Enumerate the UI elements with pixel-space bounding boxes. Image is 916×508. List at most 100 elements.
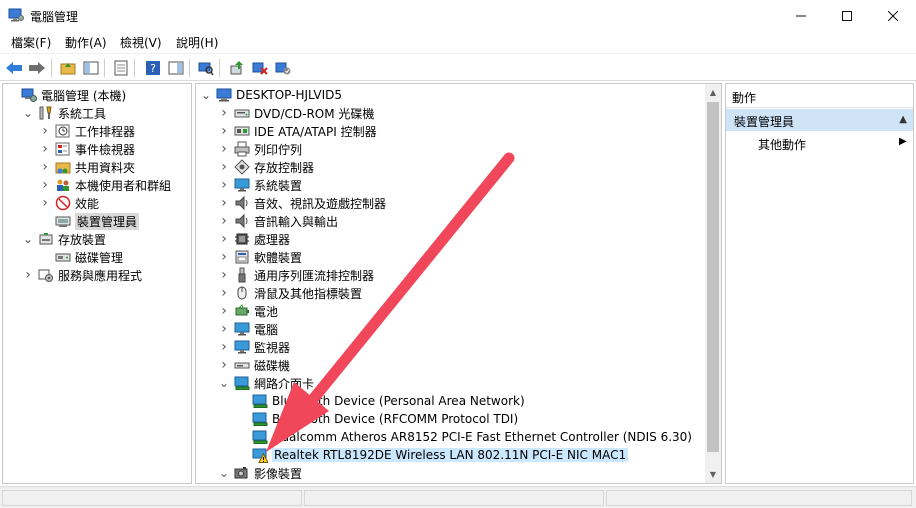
- collapsed-chevron-icon[interactable]: ›: [218, 105, 230, 121]
- cpu-icon: [234, 231, 250, 247]
- device-tree-row[interactable]: › 處理器: [218, 230, 290, 248]
- device-tree-row[interactable]: ⌄ 影像裝置: [218, 464, 302, 482]
- scroll-thumb[interactable]: [707, 102, 719, 452]
- menu-view[interactable]: 檢視(V): [120, 34, 162, 51]
- menu-file[interactable]: 檔案(F): [11, 34, 51, 51]
- console-tree-label: 磁碟管理: [75, 250, 124, 265]
- minimize-button[interactable]: [778, 0, 824, 31]
- console-tree-row[interactable]: › 事件檢視器: [39, 140, 135, 158]
- console-tree-row[interactable]: › 效能: [39, 194, 99, 212]
- console-tree-row[interactable]: › 共用資料夾: [39, 158, 135, 176]
- collapsed-chevron-icon[interactable]: ›: [39, 195, 51, 211]
- monitor-icon: [234, 177, 250, 193]
- collapsed-chevron-icon[interactable]: ›: [39, 141, 51, 157]
- collapsed-chevron-icon[interactable]: ›: [218, 177, 230, 193]
- console-tree-row[interactable]: › 服務與應用程式: [22, 266, 142, 284]
- collapse-up-icon[interactable]: ▲: [899, 114, 907, 125]
- uninstall-device-icon[interactable]: [250, 58, 270, 78]
- status-bar: [0, 486, 916, 508]
- collapsed-chevron-icon[interactable]: ›: [218, 357, 230, 373]
- expanded-chevron-icon[interactable]: ⌄: [22, 107, 34, 119]
- console-tree-row[interactable]: › 工作排程器: [39, 122, 135, 140]
- device-tree-row[interactable]: Bluetooth Device (RFCOMM Protocol TDI): [236, 410, 518, 428]
- properties-icon[interactable]: [111, 58, 131, 78]
- device-tree-row[interactable]: › 系統裝置: [218, 176, 302, 194]
- device-tree-row[interactable]: › 存放控制器: [218, 158, 314, 176]
- monitor-icon: [234, 321, 250, 337]
- collapsed-chevron-icon[interactable]: ›: [218, 249, 230, 265]
- device-tree-row[interactable]: › 磁碟機: [218, 356, 290, 374]
- forward-icon[interactable]: [27, 58, 47, 78]
- status-segment: [2, 490, 302, 506]
- collapsed-chevron-icon[interactable]: ›: [39, 177, 51, 193]
- device-tree-row[interactable]: › 列印佇列: [218, 140, 302, 158]
- expanded-chevron-icon[interactable]: ⌄: [200, 89, 212, 101]
- back-icon[interactable]: [4, 58, 24, 78]
- more-actions-item[interactable]: 其他動作: [758, 136, 806, 153]
- collapsed-chevron-icon[interactable]: ›: [218, 213, 230, 229]
- collapsed-chevron-icon[interactable]: ›: [218, 321, 230, 337]
- collapsed-chevron-icon[interactable]: ›: [39, 159, 51, 175]
- show-action-pane-icon[interactable]: [166, 58, 186, 78]
- device-tree-row[interactable]: ⌄ DESKTOP-HJLVID5: [200, 86, 342, 104]
- scroll-up-icon[interactable]: ▲: [705, 84, 721, 101]
- performance-icon: [55, 195, 71, 211]
- maximize-button[interactable]: [824, 0, 870, 31]
- collapsed-chevron-icon[interactable]: ›: [218, 339, 230, 355]
- expanded-chevron-icon[interactable]: ⌄: [218, 377, 230, 389]
- device-tree-row[interactable]: › 音效、視訊及遊戲控制器: [218, 194, 386, 212]
- console-tree-row[interactable]: › 本機使用者和群組: [39, 176, 171, 194]
- device-tree-row[interactable]: Qualcomm Atheros AR8152 PCI-E Fast Ether…: [236, 428, 692, 446]
- device-tree-row[interactable]: Bluetooth Device (Personal Area Network): [236, 392, 525, 410]
- computer-management-icon: [8, 8, 24, 22]
- collapsed-chevron-icon[interactable]: ›: [218, 285, 230, 301]
- device-tree-row[interactable]: Realtek RTL8192DE Wireless LAN 802.11N P…: [236, 446, 629, 464]
- update-driver-icon[interactable]: [227, 58, 247, 78]
- close-button[interactable]: [870, 0, 916, 31]
- scroll-down-icon[interactable]: ▼: [705, 466, 721, 483]
- collapsed-chevron-icon[interactable]: ›: [218, 267, 230, 283]
- console-tree-row[interactable]: ⌄ 系統工具: [22, 104, 106, 122]
- usb-icon: [234, 267, 250, 283]
- device-tree-row[interactable]: › 音訊輸入與輸出: [218, 212, 338, 230]
- collapsed-chevron-icon[interactable]: ›: [218, 195, 230, 211]
- dvd-icon: [234, 105, 250, 121]
- device-tree-row[interactable]: › 滑鼠及其他指標裝置: [218, 284, 362, 302]
- show-hide-tree-icon[interactable]: [81, 58, 101, 78]
- device-tree-row[interactable]: › 軟體裝置: [218, 248, 302, 266]
- actions-pane: 動作 裝置管理員 ▲ 其他動作 ▶: [725, 83, 914, 484]
- submenu-arrow-icon[interactable]: ▶: [899, 136, 907, 147]
- collapsed-chevron-icon[interactable]: ›: [218, 159, 230, 175]
- menu-action[interactable]: 動作(A): [65, 34, 107, 51]
- menu-help[interactable]: 說明(H): [176, 34, 218, 51]
- collapsed-chevron-icon[interactable]: ›: [218, 141, 230, 157]
- console-tree-row[interactable]: 裝置管理員: [39, 212, 140, 230]
- collapsed-chevron-icon[interactable]: ›: [39, 123, 51, 139]
- enable-device-icon[interactable]: [273, 58, 293, 78]
- console-tree-label: 本機使用者和群組: [75, 178, 172, 193]
- console-tree-row[interactable]: 磁碟管理: [39, 248, 123, 266]
- storage-controller-icon: [234, 159, 250, 175]
- device-tree-row[interactable]: › DVD/CD-ROM 光碟機: [218, 104, 374, 122]
- actions-section-device-manager[interactable]: 裝置管理員 ▲: [726, 109, 913, 131]
- device-tree-scrollbar[interactable]: ▲ ▼: [705, 84, 721, 483]
- device-tree-row[interactable]: ⌄ 網路介面卡: [218, 374, 314, 392]
- collapsed-chevron-icon[interactable]: ›: [218, 303, 230, 319]
- event-viewer-icon: [55, 141, 71, 157]
- expanded-chevron-icon[interactable]: ⌄: [218, 467, 230, 479]
- console-tree-row[interactable]: 電腦管理 (本機): [5, 86, 126, 104]
- device-tree-row[interactable]: › 通用序列匯流排控制器: [218, 266, 374, 284]
- collapsed-chevron-icon[interactable]: ›: [218, 123, 230, 139]
- collapsed-chevron-icon[interactable]: ›: [22, 267, 34, 283]
- device-tree-row[interactable]: › IDE ATA/ATAPI 控制器: [218, 122, 376, 140]
- device-tree-row[interactable]: › 監視器: [218, 338, 290, 356]
- console-tree-row[interactable]: ⌄ 存放裝置: [22, 230, 106, 248]
- device-tree-row[interactable]: › 電腦: [218, 320, 278, 338]
- speaker-icon: [234, 195, 250, 211]
- expanded-chevron-icon[interactable]: ⌄: [22, 233, 34, 245]
- up-folder-icon[interactable]: [58, 58, 78, 78]
- help-icon[interactable]: ?: [143, 58, 163, 78]
- scan-hardware-icon[interactable]: [196, 58, 216, 78]
- device-tree-row[interactable]: › 電池: [218, 302, 278, 320]
- collapsed-chevron-icon[interactable]: ›: [218, 231, 230, 247]
